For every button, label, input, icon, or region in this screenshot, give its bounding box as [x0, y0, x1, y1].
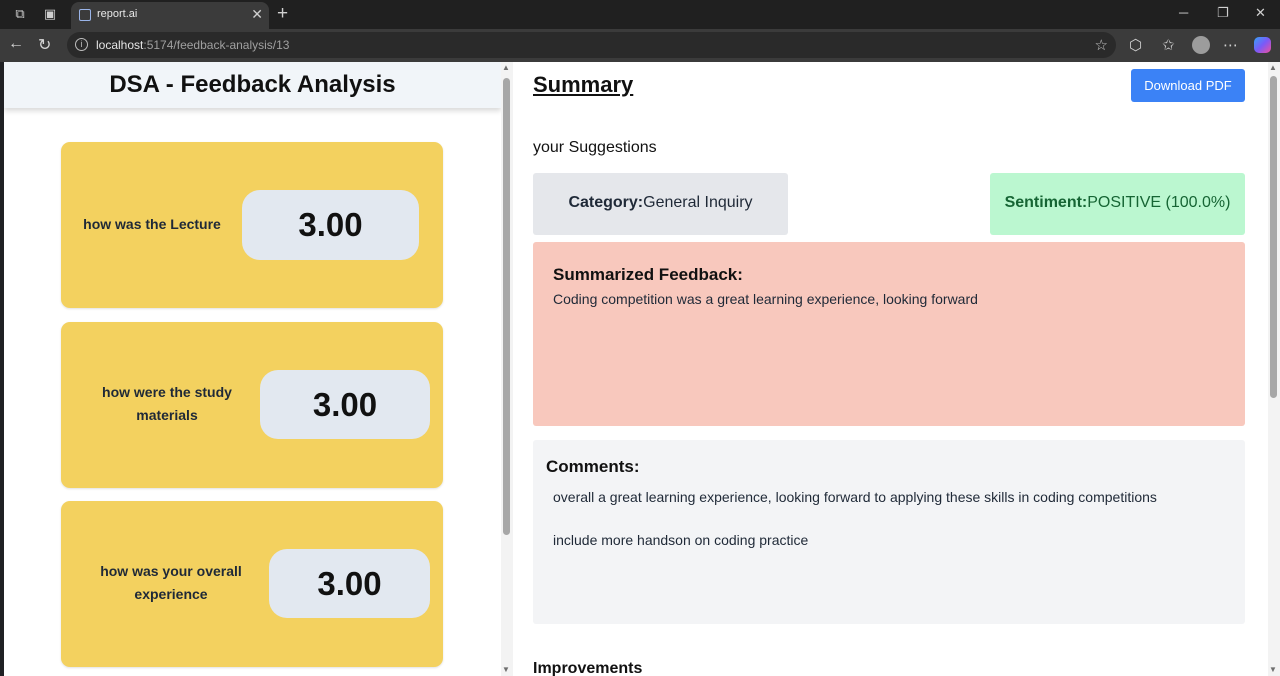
- copilot-icon[interactable]: [1254, 37, 1271, 53]
- page-favicon-icon: [79, 9, 91, 21]
- profile-avatar[interactable]: [1192, 36, 1210, 54]
- download-pdf-button[interactable]: Download PDF: [1131, 69, 1245, 102]
- summarized-feedback-text: Coding competition was a great learning …: [553, 291, 978, 307]
- scrollbar-thumb[interactable]: [1270, 76, 1277, 398]
- category-label: Category:: [568, 194, 644, 211]
- page-viewport: DSA - Feedback Analysis how was the Lect…: [4, 62, 1280, 676]
- left-scrollbar[interactable]: ▲ ▼: [501, 62, 513, 676]
- favorites-icon[interactable]: ✩: [1162, 36, 1175, 54]
- back-icon[interactable]: ←: [8, 35, 24, 53]
- address-bar[interactable]: i localhost:5174/feedback-analysis/13 ☆: [67, 32, 1116, 58]
- summary-panel: Summary Download PDF your Suggestions Ca…: [513, 62, 1268, 676]
- comment-item: include more handson on coding practice: [553, 532, 809, 548]
- site-info-icon[interactable]: i: [75, 38, 88, 51]
- feedback-scores-panel: DSA - Feedback Analysis how was the Lect…: [4, 62, 501, 676]
- summarized-feedback-box: Summarized Feedback: Coding competition …: [533, 242, 1245, 426]
- scroll-down-icon[interactable]: ▼: [502, 665, 510, 674]
- question-text: how was the Lecture: [83, 216, 221, 232]
- category-badge: Category:General Inquiry: [533, 173, 788, 235]
- sentiment-value: POSITIVE (100.0%): [1087, 194, 1231, 211]
- close-window-icon[interactable]: ✕: [1255, 5, 1266, 21]
- score-badge: 3.00: [260, 370, 430, 439]
- question-card: how were the study materials 3.00: [61, 322, 443, 488]
- close-tab-icon[interactable]: ✕: [251, 6, 263, 23]
- sentiment-label: Sentiment:: [1004, 194, 1088, 211]
- scroll-up-icon[interactable]: ▲: [502, 63, 510, 72]
- scroll-up-icon[interactable]: ▲: [1269, 63, 1277, 72]
- tab-title: report.ai: [97, 8, 138, 20]
- comments-box: Comments: overall a great learning exper…: [533, 440, 1245, 624]
- scrollbar-thumb[interactable]: [503, 78, 510, 535]
- panel-header: DSA - Feedback Analysis: [4, 62, 501, 108]
- comment-item: overall a great learning experience, loo…: [553, 489, 1157, 505]
- workspaces-icon[interactable]: ⧉: [12, 6, 28, 22]
- comments-heading: Comments:: [546, 457, 640, 476]
- new-tab-icon[interactable]: +: [277, 3, 288, 25]
- reload-icon[interactable]: ↻: [38, 35, 51, 55]
- tab-actions-icon[interactable]: ▣: [42, 6, 58, 22]
- browser-tab[interactable]: report.ai ✕: [71, 2, 269, 29]
- score-badge: 3.00: [242, 190, 419, 260]
- summarized-feedback-heading: Summarized Feedback:: [553, 265, 743, 284]
- question-card: how was your overall experience 3.00: [61, 501, 443, 667]
- minimize-icon[interactable]: ─: [1179, 5, 1188, 20]
- more-menu-icon[interactable]: ⋯: [1223, 36, 1238, 54]
- page-title: DSA - Feedback Analysis: [109, 71, 396, 98]
- question-text: how were the study materials: [102, 384, 232, 423]
- improvements-heading: Improvements: [533, 660, 643, 676]
- right-scrollbar[interactable]: ▲ ▼: [1268, 62, 1280, 676]
- question-card: how was the Lecture 3.00: [61, 142, 443, 308]
- url-text[interactable]: localhost:5174/feedback-analysis/13: [96, 38, 289, 52]
- favorite-star-icon[interactable]: ☆: [1095, 36, 1108, 54]
- browser-title-bar: ⧉ ▣ report.ai ✕ + ─ ❐ ✕: [0, 0, 1280, 29]
- score-badge: 3.00: [269, 549, 430, 618]
- category-value: General Inquiry: [643, 194, 753, 211]
- suggestions-label: your Suggestions: [533, 139, 657, 156]
- summary-heading: Summary: [533, 72, 634, 97]
- browser-toolbar: ← ↻ i localhost:5174/feedback-analysis/1…: [0, 29, 1280, 62]
- question-text: how was your overall experience: [100, 563, 242, 602]
- scroll-down-icon[interactable]: ▼: [1269, 665, 1277, 674]
- sentiment-badge: Sentiment:POSITIVE (100.0%): [990, 173, 1245, 235]
- restore-icon[interactable]: ❐: [1217, 5, 1229, 21]
- extensions-icon[interactable]: ⬡: [1129, 36, 1142, 54]
